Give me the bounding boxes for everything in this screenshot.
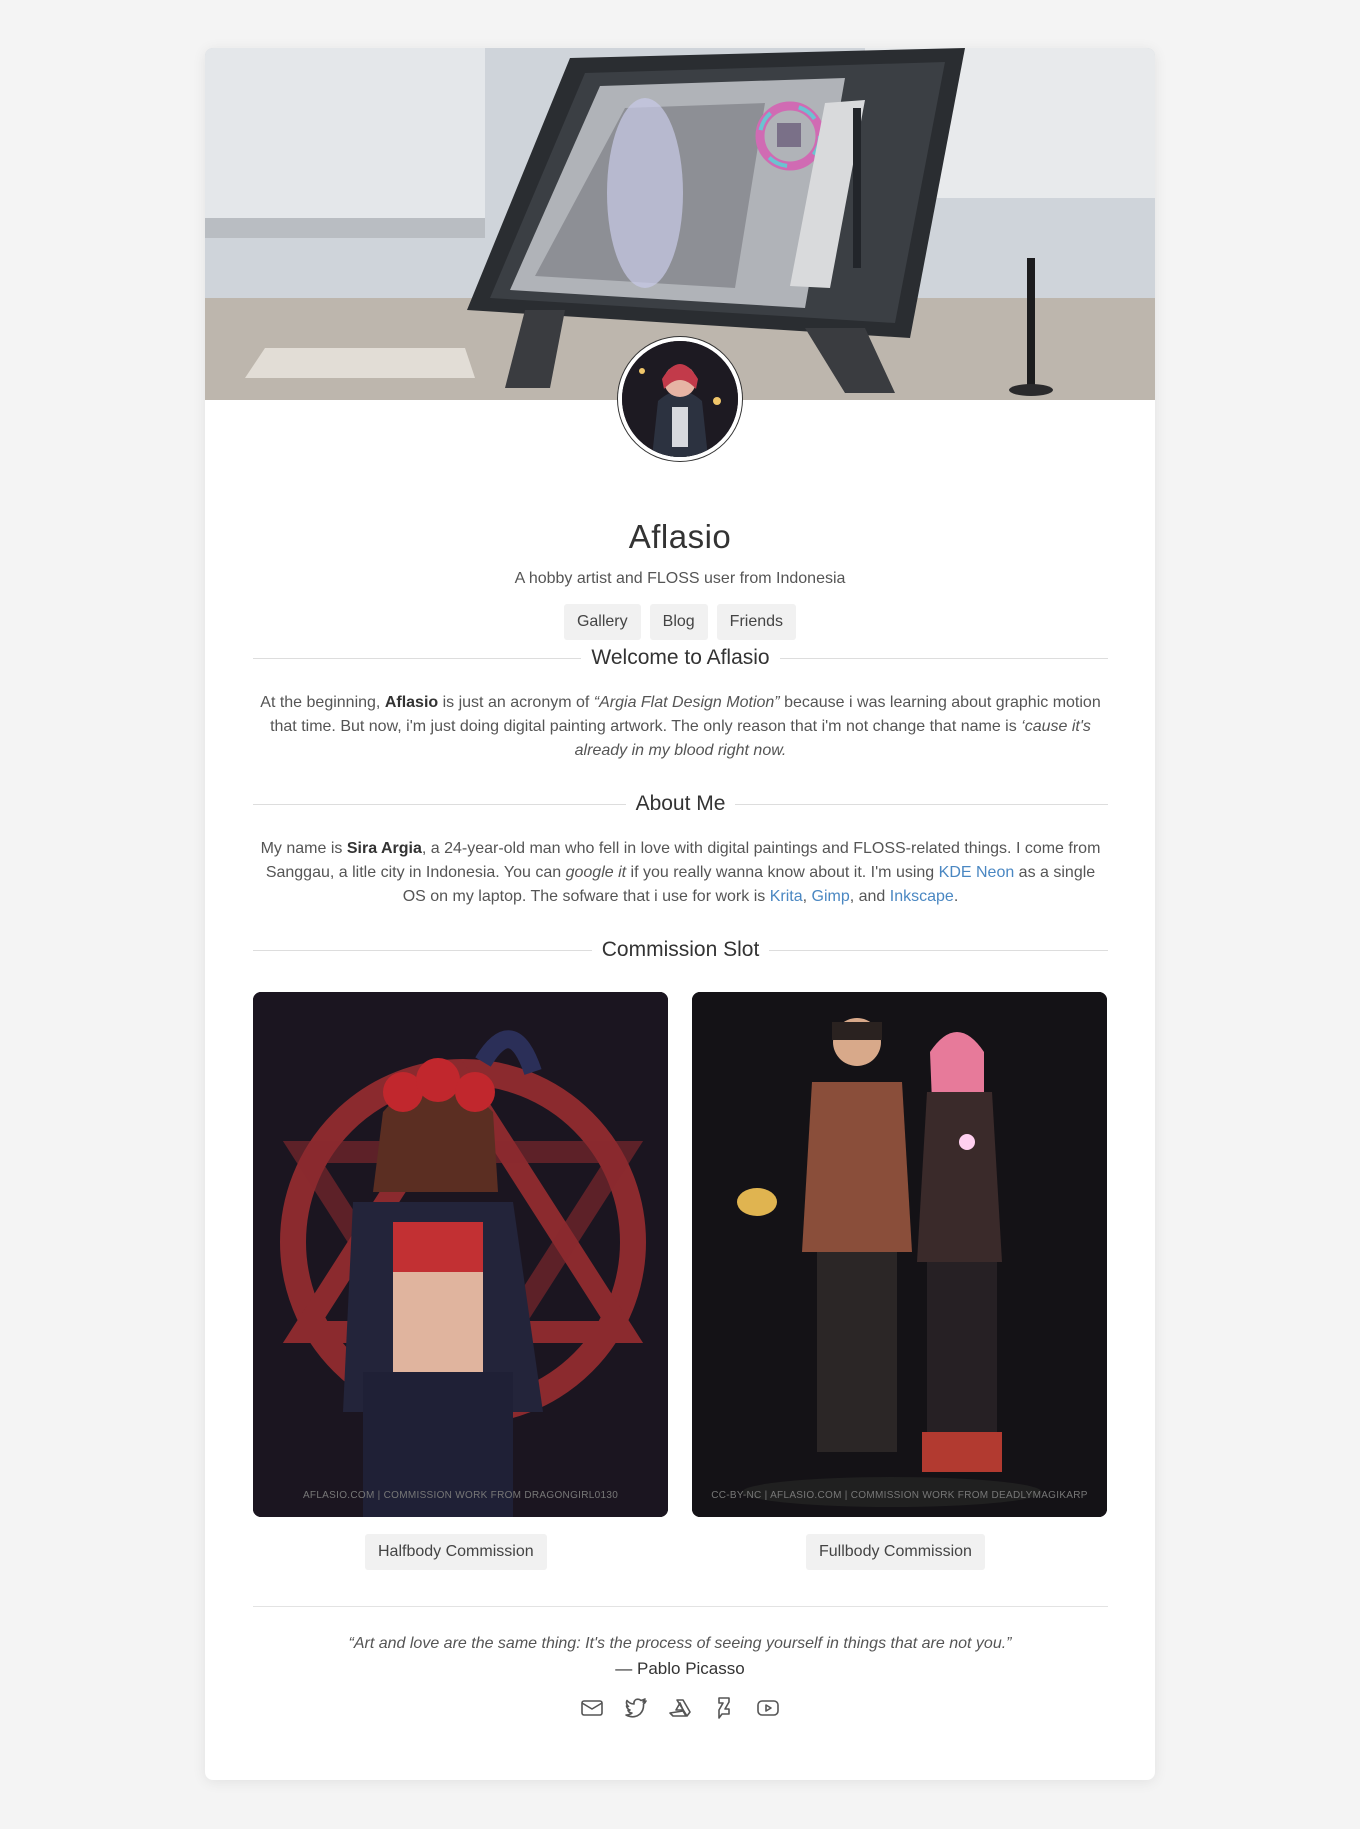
period: .	[953, 888, 959, 905]
inkscape-link[interactable]: Inkscape	[890, 888, 954, 905]
about-paragraph: My name is Sira Argia, a 24-year-old man…	[253, 837, 1108, 909]
profile-nav: Gallery Blog Friends	[205, 604, 1155, 640]
nav-blog-button[interactable]: Blog	[649, 604, 708, 640]
krita-link[interactable]: Krita	[770, 888, 803, 905]
mail-icon[interactable]	[580, 1696, 604, 1720]
about-text: if you really wanna know about it. I'm u…	[626, 864, 939, 881]
profile-card: Aflasio A hobby artist and FLOSS user fr…	[205, 48, 1155, 1780]
welcome-text: At the beginning,	[260, 694, 385, 711]
divider	[779, 657, 1109, 659]
halfbody-commission-button[interactable]: Halfbody Commission	[365, 1534, 547, 1570]
commission-title: Commission Slot	[601, 938, 760, 961]
profile-tagline: A hobby artist and FLOSS user from Indon…	[514, 570, 846, 587]
quote-text: “Art and love are the same thing: It's t…	[348, 1635, 1012, 1652]
halfbody-artwork[interactable]: AFLASIO.COM | COMMISSION WORK FROM DRAGO…	[253, 992, 668, 1517]
commission-heading: Commission Slot	[253, 935, 1109, 965]
acronym-text: “Argia Flat Design Motion”	[593, 694, 780, 711]
fullbody-artwork[interactable]: CC-BY-NC | AFLASIO.COM | COMMISSION WORK…	[692, 992, 1107, 1517]
social-links	[205, 1696, 1155, 1720]
divider	[253, 949, 592, 951]
profile-name: Aflasio	[628, 518, 732, 555]
welcome-paragraph: At the beginning, Aflasio is just an acr…	[253, 691, 1108, 763]
fullbody-caption: CC-BY-NC | AFLASIO.COM | COMMISSION WORK…	[711, 1490, 1088, 1501]
divider	[253, 657, 582, 659]
halfbody-caption: AFLASIO.COM | COMMISSION WORK FROM DRAGO…	[302, 1490, 619, 1501]
welcome-heading: Welcome to Aflasio	[253, 643, 1109, 673]
gimp-link[interactable]: Gimp	[812, 888, 850, 905]
site-name: Aflasio	[384, 694, 439, 711]
welcome-text: is just an acronym of	[438, 694, 594, 711]
separator: ,	[802, 888, 812, 905]
about-heading: About Me	[253, 789, 1109, 819]
google-it-text: google it	[565, 864, 627, 881]
nav-friends-button[interactable]: Friends	[716, 604, 797, 640]
footer-divider	[253, 1606, 1108, 1607]
about-title: About Me	[635, 792, 726, 815]
kde-neon-link[interactable]: KDE Neon	[939, 864, 1015, 881]
twitter-icon[interactable]	[624, 1696, 648, 1720]
full-name: Sira Argia	[346, 840, 422, 857]
avatar	[618, 337, 742, 461]
fullbody-commission-button[interactable]: Fullbody Commission	[806, 1534, 985, 1570]
separator: , and	[849, 888, 890, 905]
quote-author: — Pablo Picasso	[615, 1659, 745, 1678]
divider	[769, 949, 1109, 951]
artstation-icon[interactable]	[668, 1696, 692, 1720]
welcome-title: Welcome to Aflasio	[591, 646, 770, 669]
deviantart-icon[interactable]	[712, 1696, 736, 1720]
youtube-icon[interactable]	[756, 1696, 780, 1720]
nav-gallery-button[interactable]: Gallery	[563, 604, 641, 640]
divider	[735, 803, 1109, 805]
about-text: My name is	[260, 840, 347, 857]
divider	[253, 803, 626, 805]
